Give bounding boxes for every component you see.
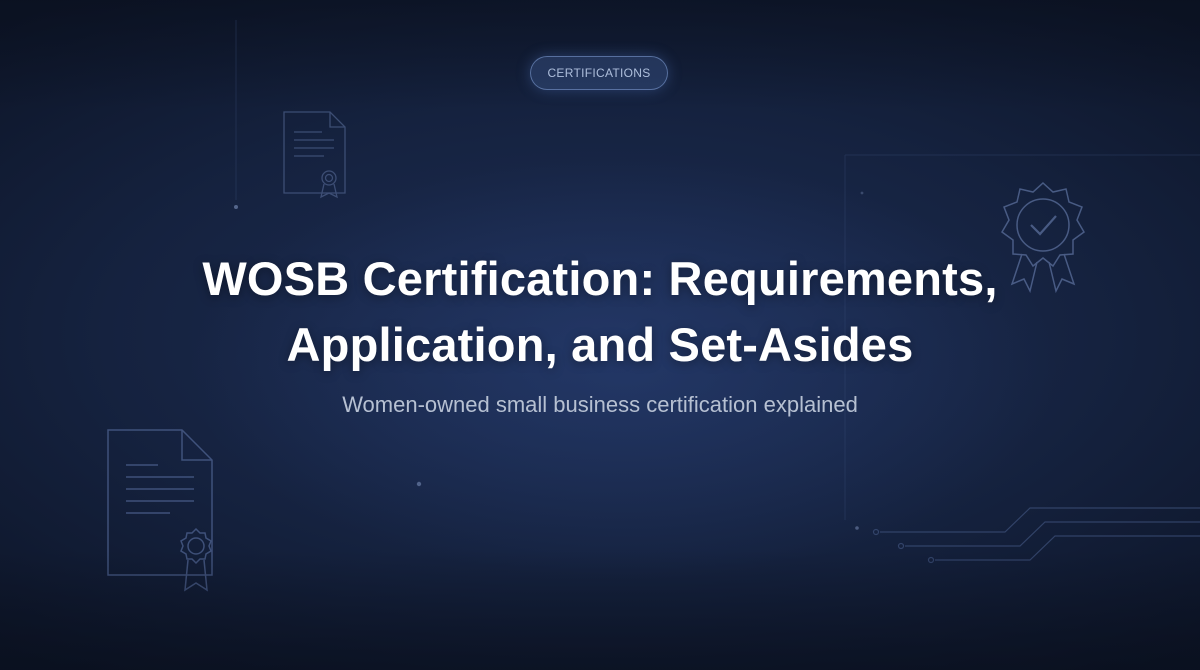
title-line-2: Application, and Set-Asides	[286, 318, 914, 371]
category-badge: CERTIFICATIONS	[530, 56, 668, 90]
title-line-1: WOSB Certification: Requirements,	[202, 252, 998, 305]
page-subtitle: Women-owned small business certification…	[342, 392, 858, 417]
hero-banner: CERTIFICATIONS WOSB Certification: Requi…	[0, 0, 1200, 670]
certificate-document-icon	[283, 111, 346, 199]
circuit-lines-icon	[872, 507, 1200, 564]
page-title: WOSB Certification: Requirements, Applic…	[100, 246, 1100, 378]
certificate-document-icon	[107, 429, 213, 592]
